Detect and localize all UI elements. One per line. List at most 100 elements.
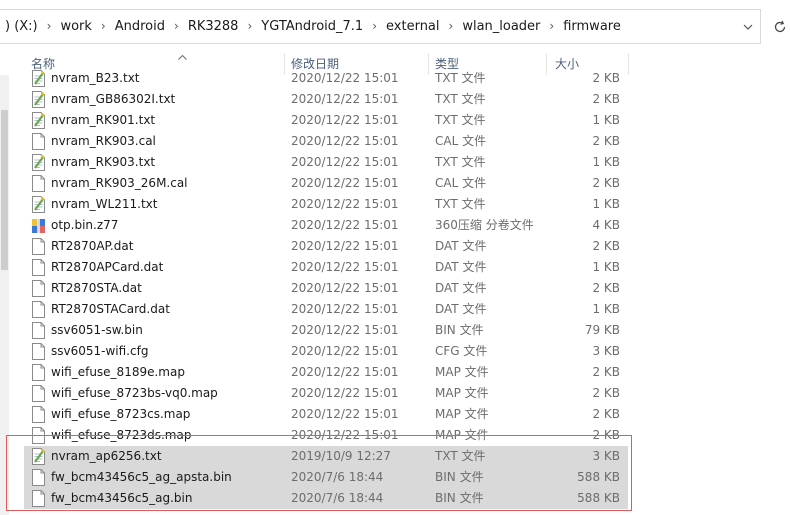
refresh-icon[interactable]	[770, 9, 790, 44]
blank-file-icon	[31, 175, 46, 192]
file-name: RT2870STACard.dat	[51, 302, 170, 316]
file-date: 2020/12/22 15:01	[291, 386, 399, 400]
file-size: 2 KB	[592, 239, 620, 253]
breadcrumb-external[interactable]: external	[386, 19, 440, 34]
file-size: 2 KB	[592, 407, 620, 421]
chevron-right-icon[interactable]: ›	[449, 19, 454, 33]
file-size: 2 KB	[592, 428, 620, 442]
blank-file-icon	[31, 280, 46, 297]
address-bar[interactable]: ) (X:) › work › Android › RK3288 › YGTAndroid_7.…	[0, 9, 761, 44]
file-name: RT2870STA.dat	[51, 281, 142, 295]
file-name: nvram_RK903_26M.cal	[51, 176, 188, 190]
file-date: 2020/12/22 15:01	[291, 113, 399, 127]
file-size: 1 KB	[592, 302, 620, 316]
chevron-right-icon[interactable]: ›	[372, 19, 377, 33]
file-type: TXT 文件	[435, 197, 486, 211]
blank-file-icon	[31, 427, 46, 444]
file-date: 2020/12/22 15:01	[291, 176, 399, 190]
breadcrumb-android[interactable]: Android	[115, 19, 165, 34]
file-row[interactable]: wifi_efuse_8189e.map 2020/12/22 15:01 MAP …	[24, 362, 628, 383]
breadcrumb-rk3288[interactable]: RK3288	[188, 19, 239, 34]
breadcrumb-drive[interactable]: ) (X:)	[5, 19, 38, 34]
blank-file-icon	[31, 364, 46, 381]
file-row[interactable]: fw_bcm43456c5_ag_apsta.bin 2020/7/6 18:44…	[24, 467, 628, 488]
file-type: BIN 文件	[435, 323, 484, 337]
file-row[interactable]: nvram_RK901.txt 2020/12/22 15:01 TXT 文件 1 K…	[24, 110, 628, 131]
breadcrumb-work[interactable]: work	[60, 19, 91, 34]
file-name: fw_bcm43456c5_ag.bin	[51, 491, 193, 505]
breadcrumb-wlan-loader[interactable]: wlan_loader	[462, 19, 540, 34]
file-date: 2020/12/22 15:01	[291, 344, 399, 358]
chevron-right-icon[interactable]: ›	[174, 19, 179, 33]
file-size: 2 KB	[592, 92, 620, 106]
file-row[interactable]: otp.bin.z77 2020/12/22 15:01 360压缩 分卷文件 4 K…	[24, 215, 628, 236]
blank-file-icon	[31, 259, 46, 276]
sort-ascending-icon	[178, 45, 187, 67]
file-type: DAT 文件	[435, 260, 487, 274]
file-row[interactable]: RT2870APCard.dat 2020/12/22 15:01 DAT 文件 1 …	[24, 257, 628, 278]
chevron-right-icon[interactable]: ›	[101, 19, 106, 33]
file-row[interactable]: nvram_ap6256.txt 2019/10/9 12:27 TXT 文件 3 K…	[24, 446, 628, 467]
file-name: ssv6051-wifi.cfg	[51, 344, 149, 358]
file-row[interactable]: ssv6051-wifi.cfg 2020/12/22 15:01 CFG 文件 3 …	[24, 341, 628, 362]
file-size: 2 KB	[592, 71, 620, 85]
file-row[interactable]: wifi_efuse_8723cs.map 2020/12/22 15:01 MAP…	[24, 404, 628, 425]
file-row[interactable]: nvram_GB86302I.txt 2020/12/22 15:01 TXT 文件…	[24, 89, 628, 110]
chevron-right-icon[interactable]: ›	[47, 19, 52, 33]
file-date: 2020/12/22 15:01	[291, 407, 399, 421]
blank-file-icon	[31, 343, 46, 360]
file-row[interactable]: nvram_RK903.cal 2020/12/22 15:01 CAL 文件 2 K…	[24, 131, 628, 152]
file-size: 3 KB	[592, 344, 620, 358]
file-row[interactable]: nvram_RK903_26M.cal 2020/12/22 15:01 CAL 文…	[24, 173, 628, 194]
file-row[interactable]: nvram_B23.txt 2020/12/22 15:01 TXT 文件 2 KB	[24, 68, 628, 89]
file-name: wifi_efuse_8723ds.map	[51, 428, 192, 442]
file-type: BIN 文件	[435, 470, 484, 484]
file-date: 2020/12/22 15:01	[291, 239, 399, 253]
file-date: 2020/12/22 15:01	[291, 281, 399, 295]
file-size: 2 KB	[592, 281, 620, 295]
file-row[interactable]: wifi_efuse_8723bs-vq0.map 2020/12/22 15:0…	[24, 383, 628, 404]
file-size: 2 KB	[592, 386, 620, 400]
address-bar-area: ) (X:) › work › Android › RK3288 › YGTAndroid_7.…	[0, 0, 790, 53]
file-size: 1 KB	[592, 155, 620, 169]
file-row[interactable]: ssv6051-sw.bin 2020/12/22 15:01 BIN 文件 79 K…	[24, 320, 628, 341]
chevron-down-icon[interactable]	[736, 10, 760, 43]
file-name: RT2870AP.dat	[51, 239, 134, 253]
file-type: 360压缩 分卷文件	[435, 218, 534, 232]
file-size: 1 KB	[592, 260, 620, 274]
chevron-right-icon[interactable]: ›	[247, 19, 252, 33]
file-row[interactable]: fw_bcm43456c5_ag.bin 2020/7/6 18:44 BIN 文件…	[24, 488, 628, 509]
file-row[interactable]: nvram_WL211.txt 2020/12/22 15:01 TXT 文件 1 K…	[24, 194, 628, 215]
blank-file-icon	[31, 469, 46, 486]
file-name: nvram_ap6256.txt	[51, 449, 162, 463]
blank-file-icon	[31, 322, 46, 339]
file-size: 2 KB	[592, 176, 620, 190]
file-type: MAP 文件	[435, 428, 489, 442]
file-date: 2020/12/22 15:01	[291, 428, 399, 442]
file-row[interactable]: RT2870STACard.dat 2020/12/22 15:01 DAT 文件 1…	[24, 299, 628, 320]
file-list: nvram_B23.txt 2020/12/22 15:01 TXT 文件 2 KB n…	[0, 68, 790, 515]
file-type: TXT 文件	[435, 71, 486, 85]
file-row[interactable]: RT2870AP.dat 2020/12/22 15:01 DAT 文件 2 KB	[24, 236, 628, 257]
notepad-file-icon	[31, 112, 46, 129]
file-row[interactable]: RT2870STA.dat 2020/12/22 15:01 DAT 文件 2 KB	[24, 278, 628, 299]
blank-file-icon	[31, 301, 46, 318]
blank-file-icon	[31, 238, 46, 255]
file-row[interactable]: nvram_RK903.txt 2020/12/22 15:01 TXT 文件 1 K…	[24, 152, 628, 173]
file-name: fw_bcm43456c5_ag_apsta.bin	[51, 470, 232, 484]
file-size: 1 KB	[592, 113, 620, 127]
file-type: DAT 文件	[435, 302, 487, 316]
file-name: wifi_efuse_8723bs-vq0.map	[51, 386, 218, 400]
file-type: DAT 文件	[435, 239, 487, 253]
file-date: 2019/10/9 12:27	[291, 449, 391, 463]
breadcrumb-ygtandroid[interactable]: YGTAndroid_7.1	[261, 19, 363, 34]
file-row[interactable]: wifi_efuse_8723ds.map 2020/12/22 15:01 MAP…	[24, 425, 628, 446]
chevron-right-icon[interactable]: ›	[549, 19, 554, 33]
file-type: TXT 文件	[435, 155, 486, 169]
archive-file-icon	[31, 217, 46, 234]
breadcrumb: ) (X:) › work › Android › RK3288 › YGTAndroid_7.…	[5, 10, 621, 43]
file-date: 2020/12/22 15:01	[291, 302, 399, 316]
file-date: 2020/12/22 15:01	[291, 92, 399, 106]
file-name: nvram_B23.txt	[51, 71, 140, 85]
breadcrumb-firmware[interactable]: firmware	[563, 19, 621, 34]
